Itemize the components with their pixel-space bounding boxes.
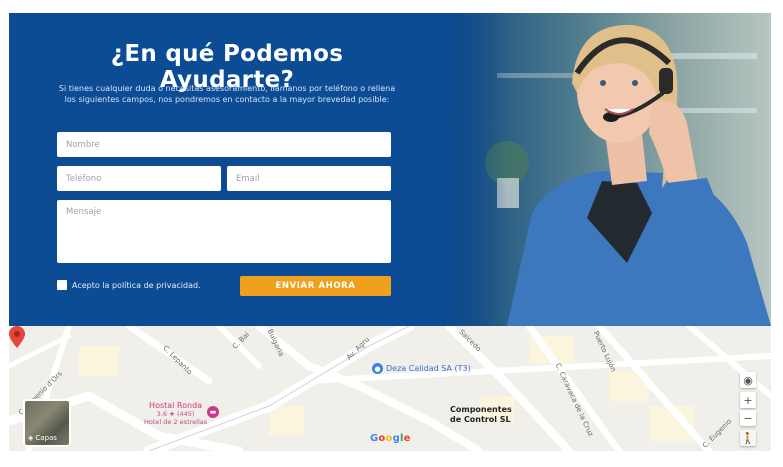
poi-deza-calidad[interactable]: ● Deza Calidad SA (T3)	[372, 363, 471, 374]
location-pin-icon[interactable]	[9, 326, 25, 348]
message-field[interactable]	[57, 200, 391, 263]
company-name-line1: Componentes	[450, 405, 512, 414]
intro-text: Si tienes cualquier duda o necesitas ase…	[58, 84, 396, 104]
support-agent-photo	[437, 13, 771, 326]
privacy-label: Acepto la política de privacidad.	[72, 280, 201, 290]
page: ¿En qué Podemos Ayudarte? Si tienes cual…	[0, 0, 783, 467]
zoom-out-button[interactable]: −	[740, 410, 756, 426]
hotel-name: Hostal Ronda	[149, 401, 203, 410]
layers-button[interactable]: ◈ Capas	[23, 399, 71, 447]
google-logo: Google	[370, 433, 411, 444]
hotel-bed-icon: ▬	[207, 406, 219, 418]
name-field[interactable]	[57, 132, 391, 157]
business-icon: ●	[372, 363, 383, 374]
privacy-consent[interactable]: Acepto la política de privacidad.	[57, 280, 201, 290]
poi-label: Deza Calidad SA (T3)	[386, 364, 471, 373]
phone-field[interactable]	[57, 166, 221, 191]
company-name-line2: de Control SL	[450, 415, 511, 424]
poi-hostal-ronda[interactable]: Hostal Ronda 3.6 ★ (445) Hotel de 2 estr…	[144, 401, 207, 426]
support-agent-illustration	[485, 24, 771, 326]
contact-section: ¿En qué Podemos Ayudarte? Si tienes cual…	[9, 13, 771, 326]
layers-icon: ◈	[28, 434, 34, 442]
zoom-in-button[interactable]: +	[740, 392, 756, 408]
submit-button[interactable]: ENVIAR AHORA	[240, 276, 391, 296]
hotel-stars: Hotel de 2 estrellas	[144, 418, 208, 426]
privacy-checkbox[interactable]	[57, 280, 67, 290]
street-view-pegman-icon[interactable]: 🚶	[740, 430, 756, 446]
layers-label: Capas	[35, 434, 57, 442]
company-label: Componentes de Control SL	[450, 405, 512, 425]
location-map[interactable]: C. Eugenio d'Ors C. Lepanto C. Bai Bulga…	[9, 326, 771, 451]
email-field[interactable]	[227, 166, 391, 191]
hotel-rating: 3.6 ★ (445)	[156, 410, 195, 418]
my-location-icon[interactable]: ◉	[740, 372, 756, 388]
